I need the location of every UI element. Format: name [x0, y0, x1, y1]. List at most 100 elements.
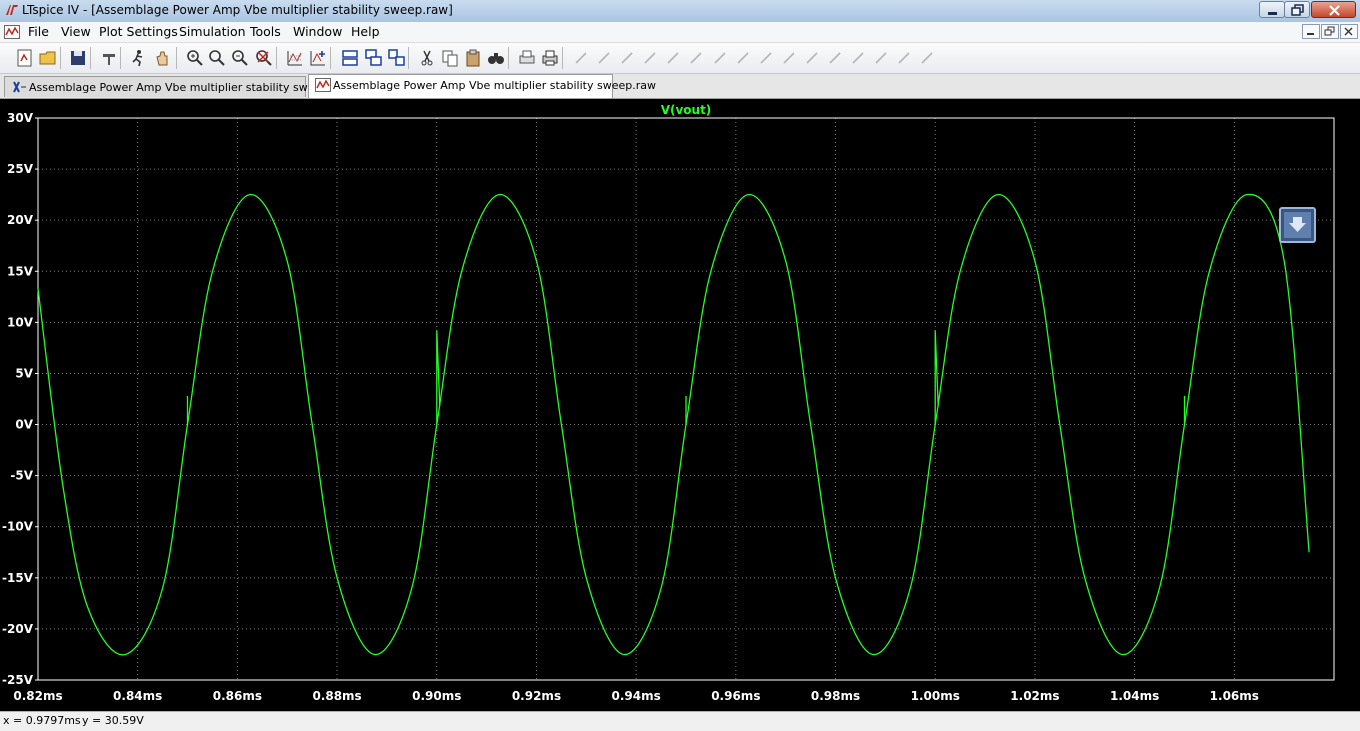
- minimize-icon: [1268, 12, 1277, 15]
- ltspice-logo-icon: [6, 5, 18, 15]
- x-tick-label: 0.82ms: [13, 689, 62, 703]
- add-trace-icon[interactable]: [308, 48, 328, 68]
- x-tick-label: 0.86ms: [213, 689, 262, 703]
- x-tick-label: 0.84ms: [113, 689, 162, 703]
- zoom-full-icon[interactable]: [254, 48, 274, 68]
- menu-file[interactable]: File: [28, 24, 49, 39]
- restore-icon: [1324, 26, 1335, 36]
- spice-directive-icon[interactable]: [917, 48, 937, 68]
- mirror-icon[interactable]: [871, 48, 891, 68]
- close-icon: [1344, 27, 1353, 36]
- toolbar-separator: [60, 47, 61, 69]
- restore-icon: [1291, 4, 1304, 16]
- menu-view[interactable]: View: [61, 24, 91, 39]
- diode-icon[interactable]: [710, 48, 730, 68]
- y-tick-label: -20V: [2, 622, 34, 636]
- mdi-close-button[interactable]: [1340, 24, 1358, 39]
- close-icon: [1329, 5, 1340, 16]
- waveform-doc-icon: [315, 78, 331, 92]
- toolbar-separator: [90, 47, 91, 69]
- drag-icon[interactable]: [779, 48, 799, 68]
- cursor-y-readout: y = 30.59V: [82, 714, 144, 727]
- tab-label: Assemblage Power Amp Vbe multiplier stab…: [333, 79, 656, 92]
- y-tick-label: -25V: [2, 673, 34, 687]
- menu-simulation[interactable]: Simulation: [179, 24, 246, 39]
- minimize-icon: [1307, 33, 1314, 35]
- draw-wire-icon[interactable]: [571, 48, 591, 68]
- waveform-doc-icon[interactable]: [4, 25, 20, 39]
- text-icon[interactable]: [894, 48, 914, 68]
- zoom-area-icon[interactable]: [207, 48, 227, 68]
- x-tick-label: 0.96ms: [711, 689, 760, 703]
- component-icon[interactable]: [733, 48, 753, 68]
- print-icon[interactable]: [540, 48, 560, 68]
- x-tick-label: 0.94ms: [612, 689, 661, 703]
- schematic-icon: [13, 81, 26, 93]
- mdi-restore-button[interactable]: [1321, 24, 1339, 39]
- toolbar: [0, 43, 1360, 74]
- title-bar[interactable]: LTspice IV - [Assemblage Power Amp Vbe m…: [0, 0, 1360, 23]
- document-tabs: Assemblage Power Amp Vbe multiplier stab…: [0, 74, 1360, 99]
- paste-icon[interactable]: [463, 48, 483, 68]
- tile-vertical-icon[interactable]: [387, 48, 407, 68]
- label-icon[interactable]: [617, 48, 637, 68]
- save-icon[interactable]: [68, 48, 88, 68]
- menu-plot-settings[interactable]: Plot Settings: [99, 24, 178, 39]
- menu-tools[interactable]: Tools: [250, 24, 281, 39]
- copy-icon[interactable]: [440, 48, 460, 68]
- find-icon[interactable]: [486, 48, 506, 68]
- y-tick-label: -15V: [2, 571, 34, 585]
- cut-icon[interactable]: [417, 48, 437, 68]
- toolbar-separator: [276, 47, 277, 69]
- autorange-icon[interactable]: [285, 48, 305, 68]
- zoom-out-icon[interactable]: [230, 48, 250, 68]
- cursor-x-readout: x = 0.9797ms: [3, 714, 81, 727]
- y-tick-label: -5V: [10, 469, 33, 483]
- halt-icon[interactable]: [152, 48, 172, 68]
- redo-icon[interactable]: [825, 48, 845, 68]
- waveform-plot[interactable]: 30V 25V 20V 15V 10V 5V 0V -5V -10V -15V -20V -25V 0…: [0, 99, 1360, 711]
- y-tick-label: 10V: [7, 315, 34, 329]
- tab-waveform[interactable]: Assemblage Power Amp Vbe multiplier stab…: [308, 74, 656, 98]
- cascade-icon[interactable]: [364, 48, 384, 68]
- print-preview-icon[interactable]: [517, 48, 537, 68]
- undo-icon[interactable]: [802, 48, 822, 68]
- open-icon[interactable]: [38, 48, 58, 68]
- status-bar: x = 0.9797ms y = 30.59V: [0, 711, 1360, 731]
- toolbar-separator: [562, 47, 563, 69]
- move-icon[interactable]: [756, 48, 776, 68]
- trace-label-vout[interactable]: V(vout): [661, 103, 712, 117]
- toolbar-separator: [508, 47, 509, 69]
- cursor-mode-button[interactable]: [1279, 207, 1316, 243]
- menu-window[interactable]: Window: [293, 24, 342, 39]
- ground-icon[interactable]: [594, 48, 614, 68]
- x-tick-label: 0.98ms: [811, 689, 860, 703]
- tab-schematic[interactable]: Assemblage Power Amp Vbe multiplier stab…: [4, 76, 350, 97]
- y-tick-label: 15V: [7, 264, 34, 278]
- resistor-icon[interactable]: [640, 48, 660, 68]
- minimize-button[interactable]: [1259, 1, 1285, 18]
- maximize-button[interactable]: [1284, 1, 1310, 18]
- inductor-icon[interactable]: [686, 48, 706, 68]
- x-tick-label: 1.04ms: [1110, 689, 1159, 703]
- toolbar-separator: [176, 47, 177, 69]
- y-tick-label: -10V: [2, 520, 34, 534]
- rotate-icon[interactable]: [848, 48, 868, 68]
- waveform-viewer[interactable]: 30V 25V 20V 15V 10V 5V 0V -5V -10V -15V -20V -25V 0…: [0, 99, 1360, 711]
- y-tick-label: 0V: [15, 418, 33, 432]
- menu-help[interactable]: Help: [351, 24, 380, 39]
- run-icon[interactable]: [128, 48, 148, 68]
- zoom-in-icon[interactable]: [185, 48, 205, 68]
- x-tick-label: 1.00ms: [911, 689, 960, 703]
- x-tick-label: 0.90ms: [412, 689, 461, 703]
- control-panel-icon[interactable]: [99, 48, 119, 68]
- y-tick-label: 20V: [7, 213, 34, 227]
- mdi-minimize-button[interactable]: [1302, 24, 1320, 39]
- x-tick-label: 1.06ms: [1210, 689, 1259, 703]
- close-button[interactable]: [1311, 1, 1356, 18]
- tab-label: Assemblage Power Amp Vbe multiplier stab…: [29, 81, 351, 94]
- new-schematic-icon[interactable]: [15, 48, 35, 68]
- tile-horizontal-icon[interactable]: [340, 48, 360, 68]
- capacitor-icon[interactable]: [663, 48, 683, 68]
- y-tick-label: 30V: [7, 111, 34, 125]
